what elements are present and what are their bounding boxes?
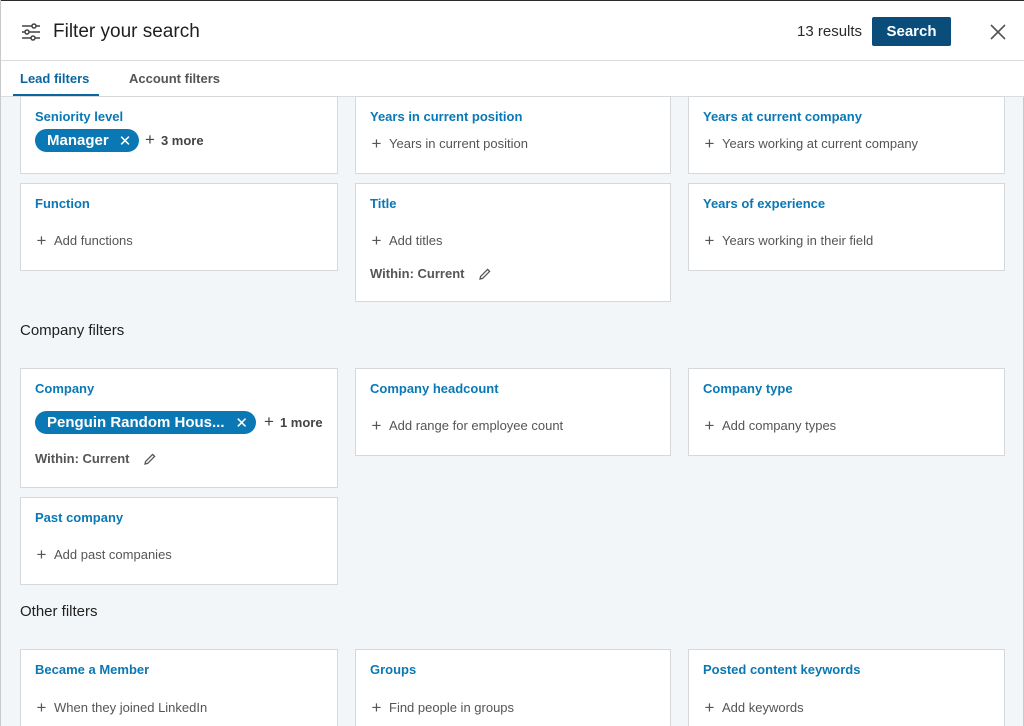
card-title: Groups — [370, 662, 417, 677]
add-filter-row[interactable]: + Find people in groups — [370, 698, 515, 717]
plus-icon: + — [371, 231, 382, 250]
card-title: Past company — [35, 510, 124, 525]
seniority-level-card[interactable]: Seniority level Manager ✕ + 3 more — [20, 96, 338, 174]
plus-icon: + — [371, 134, 382, 153]
plus-icon: + — [264, 412, 274, 431]
plus-icon: + — [36, 698, 47, 717]
groups-card[interactable]: Groups + Find people in groups — [355, 649, 671, 726]
plus-icon: + — [371, 416, 382, 435]
plus-icon: + — [704, 134, 715, 153]
company-headcount-card[interactable]: Company headcount + Add range for employ… — [355, 368, 671, 456]
company-type-card[interactable]: Company type + Add company types — [688, 368, 1005, 456]
plus-icon: + — [36, 231, 47, 250]
results-count: 13 results — [797, 23, 863, 40]
add-filter-row[interactable]: + Add functions — [35, 231, 133, 250]
card-title: Seniority level — [35, 109, 124, 124]
years-at-company-card[interactable]: Years at current company + Years working… — [688, 96, 1005, 174]
add-filter-row[interactable]: + Add keywords — [703, 698, 804, 717]
plus-icon: + — [704, 231, 715, 250]
add-filter-row[interactable]: + Years in current position — [370, 134, 528, 153]
past-company-card[interactable]: Past company + Add past companies — [20, 497, 338, 585]
pill-label: Penguin Random Hous... — [47, 414, 225, 431]
add-filter-row[interactable]: + Add past companies — [35, 545, 172, 564]
card-title: Years in current position — [370, 109, 523, 124]
card-title: Became a Member — [35, 662, 150, 677]
card-title: Company — [35, 381, 95, 396]
add-filter-row[interactable]: + Add range for employee count — [370, 416, 564, 435]
tab-lead-filters[interactable]: Lead filters — [20, 71, 89, 86]
within-label: Within: Current — [35, 451, 130, 466]
card-title: Title — [370, 196, 397, 211]
plus-icon: + — [371, 698, 382, 717]
card-title: Years at current company — [703, 109, 862, 124]
remove-pill-icon[interactable]: ✕ — [235, 414, 248, 432]
plus-icon: + — [704, 416, 715, 435]
card-title: Company type — [703, 381, 793, 396]
close-icon[interactable] — [988, 22, 1008, 42]
more-link[interactable]: + 1 more — [264, 412, 323, 432]
posted-content-keywords-card[interactable]: Posted content keywords + Add keywords — [688, 649, 1005, 726]
add-filter-row[interactable]: + Years working in their field — [703, 231, 874, 250]
years-in-position-card[interactable]: Years in current position + Years in cur… — [355, 96, 671, 174]
plus-icon: + — [145, 130, 155, 149]
card-title: Posted content keywords — [703, 662, 861, 677]
page-title: Filter your search — [53, 21, 200, 42]
pencil-icon[interactable] — [478, 267, 492, 281]
more-link[interactable]: + 3 more — [145, 130, 204, 150]
plus-icon: + — [36, 545, 47, 564]
title-card[interactable]: Title + Add titles Within: Current — [355, 183, 671, 302]
within-row: Within: Current — [370, 266, 492, 281]
selected-filter-pill[interactable]: Manager ✕ — [35, 129, 140, 152]
plus-icon: + — [704, 698, 715, 717]
add-filter-row[interactable]: + Add company types — [703, 416, 837, 435]
tab-account-filters[interactable]: Account filters — [129, 71, 220, 86]
add-filter-row[interactable]: + Add titles — [370, 231, 443, 250]
card-title: Function — [35, 196, 90, 211]
other-filters-heading: Other filters — [20, 603, 98, 620]
search-button[interactable]: Search — [872, 17, 951, 46]
pill-label: Manager — [47, 132, 109, 149]
function-card[interactable]: Function + Add functions — [20, 183, 338, 271]
became-member-card[interactable]: Became a Member + When they joined Linke… — [20, 649, 338, 726]
pencil-icon[interactable] — [143, 452, 157, 466]
remove-pill-icon[interactable]: ✕ — [119, 132, 132, 150]
add-filter-row[interactable]: + Years working at current company — [703, 134, 919, 153]
within-row: Within: Current — [35, 451, 157, 466]
selected-filter-pill[interactable]: Penguin Random Hous... ✕ — [35, 411, 256, 434]
add-filter-row[interactable]: + When they joined LinkedIn — [35, 698, 208, 717]
filter-header: Filter your search 13 results Search — [1, 0, 1024, 61]
filter-tabs: Lead filters Account filters — [1, 61, 1024, 97]
company-card[interactable]: Company Penguin Random Hous... ✕ + 1 mor… — [20, 368, 338, 488]
card-title: Years of experience — [703, 196, 826, 211]
years-of-experience-card[interactable]: Years of experience + Years working in t… — [688, 183, 1005, 271]
filter-sliders-icon — [22, 23, 40, 41]
card-title: Company headcount — [370, 381, 499, 396]
within-label: Within: Current — [370, 266, 465, 281]
company-filters-heading: Company filters — [20, 322, 125, 339]
